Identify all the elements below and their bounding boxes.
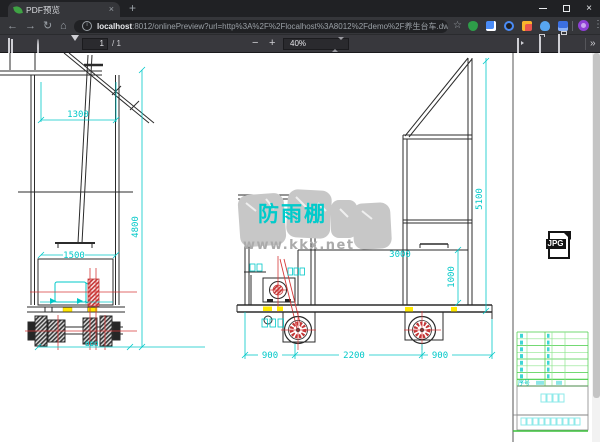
dim-5100: 5100 [475,188,485,210]
new-tab-button[interactable]: + [129,1,136,16]
extension-shield-icon[interactable] [468,21,478,31]
zoom-value: 40% [290,39,306,48]
zoom-select[interactable]: 40% [283,38,349,50]
dim-1000: 1000 [447,266,457,288]
reload-icon[interactable]: ↻ [43,19,52,33]
extension-cloud-icon[interactable] [540,21,550,31]
file-page-icon: JPG [548,231,570,259]
dim-900-left: 900 [262,351,278,361]
tab-pdf-preview[interactable]: PDF预览 × [8,2,120,17]
label-rain-shelter: 防雨棚 [258,202,327,226]
jpg-label: JPG [546,239,566,249]
jpg-preview-button[interactable]: JPG [546,229,576,263]
zoom-out-button[interactable]: − [252,35,258,51]
window-controls: × [539,0,592,17]
pdf-page-canvas: 1300 1500 4800 [0,53,592,442]
url-host: localhost [97,22,132,31]
page-number-input[interactable] [82,38,108,50]
dim-1300: 1300 [67,110,89,120]
forward-icon[interactable]: → [25,19,36,33]
back-icon[interactable]: ← [7,19,18,33]
cad-drawing: 1300 1500 4800 [0,53,592,442]
browser-window: PDF预览 × + × ← → ↻ ⌂ localhost:8012/onlin… [0,0,600,442]
close-window-button[interactable]: × [586,4,592,14]
toolbar-divider [585,38,586,50]
zoom-in-button[interactable]: + [269,35,275,51]
profile-avatar[interactable] [578,20,589,31]
site-info-icon[interactable] [82,21,92,31]
more-tools-icon[interactable]: » [590,35,596,52]
tab-strip: PDF预览 × + × [0,0,600,17]
print-icon[interactable] [558,35,560,53]
watermark-url: www.kkx.net [243,238,355,253]
pdf-toolbar: / 1 − + 40% » [0,35,600,53]
extension-blue-square-icon[interactable] [486,21,496,31]
dim-2200: 2200 [343,351,365,361]
side-view-wheel-rear [281,311,316,350]
front-view-dimensions [35,67,205,350]
bookmark-star-icon[interactable]: ☆ [453,20,462,31]
url-omnibox[interactable]: localhost:8012/onlinePreview?url=http%3A… [74,20,448,33]
zoom-dropdown-carets-icon [332,40,344,50]
extension-grid-icon[interactable] [522,21,532,31]
url-path: :8012/onlinePreview?url=http%3A%2F%2Floc… [132,22,448,31]
url-text: localhost:8012/onlinePreview?url=http%3A… [97,21,448,32]
extension-bookmark-icon[interactable] [558,21,568,31]
extension-circle-icon[interactable] [504,21,514,31]
front-view-motor [40,279,113,306]
side-view-tiny-labels [250,264,305,327]
leaf-favicon-icon [13,5,23,15]
minimize-button[interactable] [539,8,547,9]
browser-menu-icon[interactable]: ⋮ [593,19,600,30]
tab-title: PDF预览 [26,4,105,16]
side-view-wheel-front [404,311,443,350]
maximize-button[interactable] [563,5,570,12]
dim-3000: 3000 [389,250,411,260]
vertical-scrollbar-thumb[interactable] [593,53,600,398]
home-icon[interactable]: ⌂ [60,19,67,33]
dim-1500: 1500 [63,251,85,261]
address-bar: ← → ↻ ⌂ localhost:8012/onlinePreview?url… [0,17,600,35]
extensions-divider [572,21,573,31]
dim-4800: 4800 [131,216,141,238]
page-total-label: / 1 [112,35,121,53]
tab-close-icon[interactable]: × [109,5,114,14]
dim-900-right: 900 [432,351,448,361]
